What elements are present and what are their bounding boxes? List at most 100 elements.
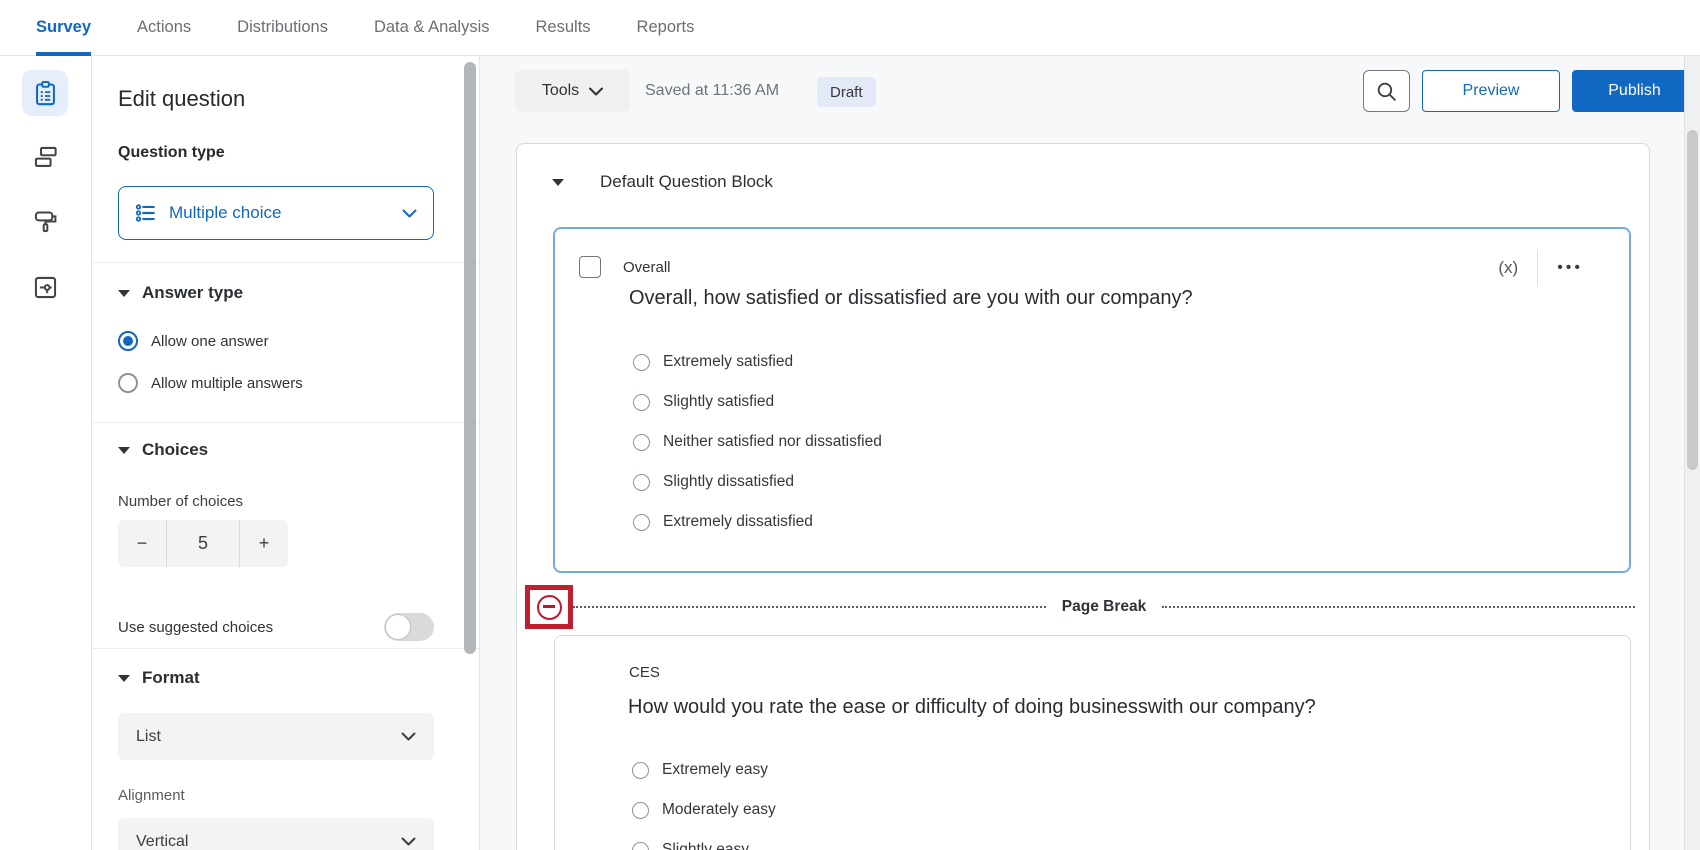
choice-list: Extremely easy Moderately easy Slightly … bbox=[632, 750, 776, 850]
collapse-arrow-icon bbox=[118, 290, 130, 297]
page-break-label: Page Break bbox=[1062, 598, 1146, 616]
answer-choice[interactable]: Extremely satisfied bbox=[633, 342, 882, 382]
answer-choice[interactable]: Moderately easy bbox=[632, 790, 776, 830]
recode-values-indicator[interactable]: (x) bbox=[1498, 258, 1518, 278]
question-id: Overall bbox=[623, 259, 671, 276]
question-select-checkbox[interactable] bbox=[579, 256, 601, 278]
format-label: Format bbox=[142, 668, 200, 688]
chevron-down-icon bbox=[401, 837, 416, 846]
radio-unselected-icon bbox=[632, 842, 649, 850]
page-scrollbar[interactable] bbox=[1684, 56, 1700, 850]
question-type-dropdown[interactable]: Multiple choice bbox=[118, 186, 434, 240]
answer-choice[interactable]: Extremely easy bbox=[632, 750, 776, 790]
number-of-choices-label: Number of choices bbox=[118, 493, 243, 510]
page-break-row: Page Break bbox=[525, 585, 1635, 629]
alignment-label: Alignment bbox=[118, 787, 185, 804]
search-button[interactable] bbox=[1363, 70, 1410, 112]
radio-unselected-icon bbox=[633, 514, 650, 531]
radio-unselected-icon bbox=[633, 434, 650, 451]
multiple-choice-icon bbox=[135, 202, 157, 224]
answer-choice[interactable]: Slightly satisfied bbox=[633, 382, 882, 422]
suggested-choices-row: Use suggested choices bbox=[118, 607, 434, 647]
scrollbar-thumb[interactable] bbox=[1687, 130, 1698, 470]
answer-choice[interactable]: Extremely dissatisfied bbox=[633, 502, 882, 542]
choice-count-stepper: − 5 + bbox=[118, 520, 288, 567]
nav-tab-survey[interactable]: Survey bbox=[36, 0, 91, 55]
sidebar-item-survey-flow[interactable] bbox=[22, 134, 68, 180]
radio-allow-one-answer[interactable]: Allow one answer bbox=[118, 331, 269, 351]
radio-unselected-icon bbox=[632, 762, 649, 779]
paint-roller-icon bbox=[32, 208, 59, 235]
question-card-overall[interactable]: Overall (x) ••• Overall, how satisfied o… bbox=[553, 227, 1631, 573]
sidebar-item-look-and-feel[interactable] bbox=[22, 198, 68, 244]
sidebar-item-survey-builder[interactable] bbox=[22, 70, 68, 116]
question-type-value: Multiple choice bbox=[169, 203, 390, 223]
chevron-down-icon bbox=[401, 732, 416, 741]
radio-unselected-icon bbox=[118, 373, 138, 393]
question-text[interactable]: Overall, how satisfied or dissatisfied a… bbox=[629, 287, 1193, 310]
answer-choice[interactable]: Slightly dissatisfied bbox=[633, 462, 882, 502]
publish-button[interactable]: Publish bbox=[1572, 70, 1697, 112]
format-dropdown[interactable]: List bbox=[118, 713, 434, 760]
remove-page-break-button[interactable] bbox=[537, 595, 562, 620]
question-block-container: Default Question Block Overall (x) ••• O… bbox=[516, 143, 1650, 850]
increase-choices-button[interactable]: + bbox=[239, 520, 288, 567]
alignment-value: Vertical bbox=[136, 833, 401, 850]
left-icon-rail bbox=[0, 56, 92, 850]
divider bbox=[92, 648, 480, 649]
more-options-icon[interactable]: ••• bbox=[1557, 259, 1583, 277]
blocks-icon bbox=[32, 144, 59, 171]
preview-button[interactable]: Preview bbox=[1422, 70, 1560, 112]
divider bbox=[92, 262, 480, 263]
block-header[interactable]: Default Question Block bbox=[552, 172, 773, 192]
answer-choice[interactable]: Neither satisfied nor dissatisfied bbox=[633, 422, 882, 462]
page-break-line bbox=[1162, 606, 1635, 608]
format-section-header[interactable]: Format bbox=[118, 668, 200, 688]
radio-unselected-icon bbox=[633, 394, 650, 411]
nav-tab-data-analysis[interactable]: Data & Analysis bbox=[374, 0, 490, 55]
annotation-highlight bbox=[525, 585, 573, 629]
draft-status-badge: Draft bbox=[817, 77, 876, 107]
answer-choice[interactable]: Slightly easy bbox=[632, 830, 776, 850]
decrease-choices-button[interactable]: − bbox=[118, 520, 167, 567]
radio-unselected-icon bbox=[633, 474, 650, 491]
block-title: Default Question Block bbox=[600, 172, 773, 192]
chevron-down-icon bbox=[589, 87, 603, 96]
nav-tab-reports[interactable]: Reports bbox=[637, 0, 695, 55]
question-card-ces[interactable]: CES How would you rate the ease or diffi… bbox=[554, 635, 1631, 850]
collapse-arrow-icon bbox=[118, 447, 130, 454]
top-nav: Survey Actions Distributions Data & Anal… bbox=[0, 0, 1700, 56]
survey-canvas: Tools Saved at 11:36 AM Draft Preview Pu… bbox=[480, 56, 1700, 850]
divider bbox=[92, 422, 480, 423]
suggested-choices-toggle[interactable] bbox=[384, 613, 434, 641]
choice-count-value: 5 bbox=[167, 520, 239, 567]
panel-title: Edit question bbox=[118, 86, 245, 112]
use-suggested-choices-label: Use suggested choices bbox=[118, 619, 273, 636]
search-icon bbox=[1375, 80, 1398, 103]
radio-allow-multiple-answers[interactable]: Allow multiple answers bbox=[118, 373, 303, 393]
alignment-dropdown[interactable]: Vertical bbox=[118, 818, 434, 850]
tools-button[interactable]: Tools bbox=[515, 70, 630, 112]
question-type-label: Question type bbox=[118, 144, 225, 162]
answer-type-section-header[interactable]: Answer type bbox=[118, 283, 243, 303]
toggle-knob bbox=[385, 614, 411, 640]
answer-type-label: Answer type bbox=[142, 283, 243, 303]
radio-selected-icon bbox=[118, 331, 138, 351]
page-break-line bbox=[573, 606, 1046, 608]
sidebar-item-survey-options[interactable] bbox=[22, 264, 68, 310]
panel-scrollbar[interactable] bbox=[464, 62, 476, 654]
survey-editor-app: Survey Actions Distributions Data & Anal… bbox=[0, 0, 1700, 850]
format-value: List bbox=[136, 728, 401, 746]
nav-tab-actions[interactable]: Actions bbox=[137, 0, 191, 55]
edit-question-panel: Edit question Question type Multiple cho… bbox=[92, 56, 480, 850]
chevron-down-icon bbox=[402, 209, 417, 218]
nav-tab-results[interactable]: Results bbox=[536, 0, 591, 55]
clipboard-list-icon bbox=[32, 80, 59, 107]
choices-section-header[interactable]: Choices bbox=[118, 440, 208, 460]
choices-label: Choices bbox=[142, 440, 208, 460]
question-id: CES bbox=[629, 664, 660, 681]
divider bbox=[1537, 251, 1538, 285]
choice-list: Extremely satisfied Slightly satisfied N… bbox=[633, 342, 882, 542]
question-text[interactable]: How would you rate the ease or difficult… bbox=[628, 696, 1316, 719]
nav-tab-distributions[interactable]: Distributions bbox=[237, 0, 328, 55]
